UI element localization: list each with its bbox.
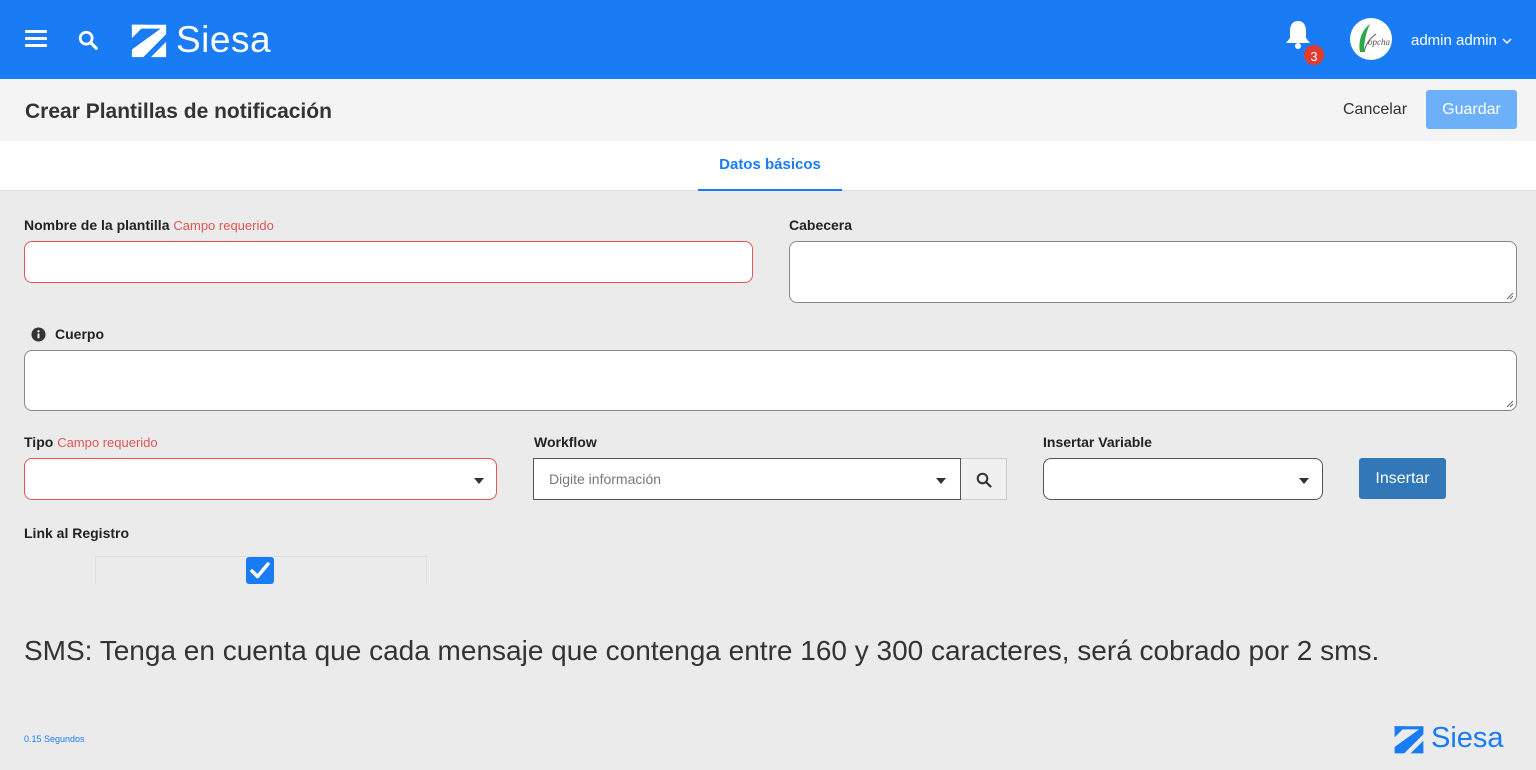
nombre-input[interactable] [25, 242, 752, 282]
nombre-required-text: Campo requerido [173, 218, 274, 233]
cabecera-label: Cabecera [789, 217, 853, 233]
top-bar: Siesa 3 opcha admin admin [0, 0, 1536, 79]
avatar-text: opcha [1368, 37, 1390, 47]
workflow-search-button[interactable] [961, 458, 1007, 500]
tab-bar: Datos básicos [0, 141, 1536, 191]
cabecera-textarea[interactable] [790, 242, 1516, 302]
chevron-down-icon [1502, 37, 1512, 44]
checkmark-icon [250, 562, 270, 579]
workflow-label: Workflow [534, 434, 597, 450]
hamburger-menu-icon[interactable] [25, 30, 47, 48]
nombre-field [24, 241, 753, 283]
response-timing: 0.15 Segundos [24, 734, 85, 744]
page-title: Crear Plantillas de notificación [25, 100, 332, 123]
company-logo-icon: opcha [1359, 24, 1390, 53]
nombre-label: Nombre de la plantilla Campo requerido [24, 217, 274, 233]
cuerpo-textarea[interactable] [25, 351, 1516, 410]
search-icon [976, 472, 992, 488]
caret-down-icon [474, 478, 484, 484]
cuerpo-field [24, 350, 1517, 411]
insertar-variable-select[interactable] [1043, 458, 1323, 500]
caret-down-icon [936, 478, 946, 484]
nombre-label-text: Nombre de la plantilla [24, 217, 170, 233]
tipo-select[interactable] [24, 458, 497, 500]
tipo-required-text: Campo requerido [57, 435, 158, 450]
workflow-select[interactable]: Digite información [533, 458, 961, 500]
info-icon[interactable] [31, 326, 46, 342]
notification-count-badge: 3 [1302, 43, 1326, 67]
link-registro-checkbox[interactable] [246, 557, 274, 584]
cuerpo-label: Cuerpo [31, 326, 104, 342]
cabecera-field [789, 241, 1517, 303]
user-name: admin admin [1411, 32, 1497, 49]
footer-logo: Siesa [1393, 722, 1504, 755]
resize-handle-icon[interactable] [1506, 292, 1514, 300]
insert-button[interactable]: Insertar [1359, 458, 1446, 499]
save-button[interactable]: Guardar [1426, 90, 1517, 129]
tipo-label-text: Tipo [24, 434, 54, 450]
brand-logo[interactable]: Siesa [130, 19, 272, 60]
search-icon[interactable] [77, 29, 99, 51]
tipo-label: Tipo Campo requerido [24, 434, 158, 450]
page-header: Crear Plantillas de notificación Cancela… [0, 79, 1536, 141]
caret-down-icon [1299, 478, 1309, 484]
siesa-logo-icon [131, 24, 167, 58]
resize-handle-icon[interactable] [1506, 400, 1514, 408]
footer-brand-name: Siesa [1431, 722, 1504, 754]
siesa-logo-icon [1394, 725, 1424, 753]
user-menu[interactable]: admin admin [1411, 32, 1512, 49]
insertar-variable-label: Insertar Variable [1043, 434, 1152, 450]
brand-name: Siesa [176, 19, 272, 60]
cuerpo-label-text: Cuerpo [55, 326, 104, 342]
workflow-placeholder: Digite información [549, 471, 662, 487]
sms-notice: SMS: Tenga en cuenta que cada mensaje qu… [24, 635, 1380, 666]
cancel-button[interactable]: Cancelar [1343, 101, 1407, 119]
avatar[interactable]: opcha [1350, 18, 1392, 60]
tab-datos-basicos[interactable]: Datos básicos [698, 141, 842, 191]
link-registro-label: Link al Registro [24, 525, 130, 541]
